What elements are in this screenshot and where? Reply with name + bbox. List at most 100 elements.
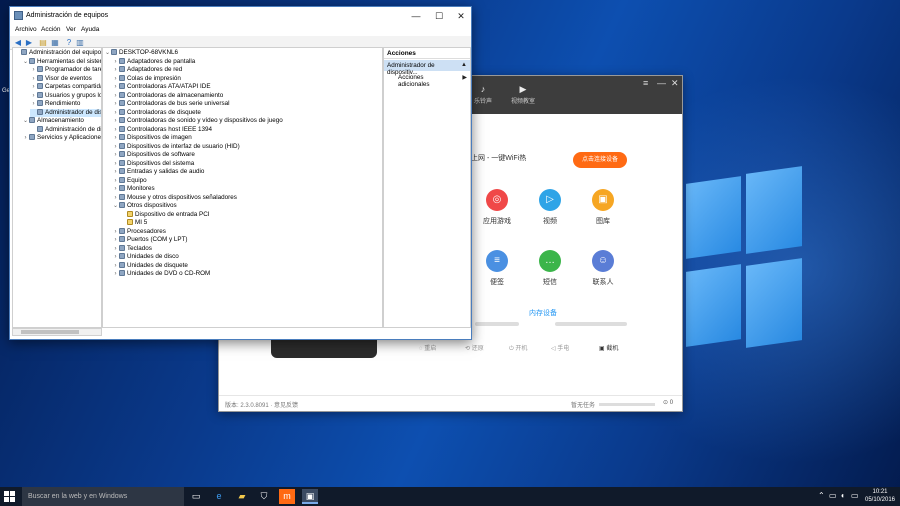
expand-arrow-icon[interactable]: ›	[112, 134, 119, 143]
version-text[interactable]: 版本: 2.3.0.8091 · 意见反馈	[225, 400, 298, 409]
device-tree-item[interactable]: › Controladoras de almacenamiento	[112, 91, 223, 101]
console-tree-item[interactable]: › Rendimiento	[30, 100, 80, 109]
expand-arrow-icon[interactable]: ›	[22, 134, 29, 143]
device-tree-item[interactable]: MI 5	[120, 219, 147, 228]
console-tree-item[interactable]: › Visor de eventos	[30, 74, 92, 84]
collapse-arrow-icon[interactable]: ⌄	[104, 49, 111, 58]
tool-restart[interactable]: ◌ 重启	[419, 343, 436, 352]
collapse-arrow-icon[interactable]: ⌄	[22, 58, 29, 67]
expand-arrow-icon[interactable]: ›	[30, 75, 37, 84]
expand-arrow-icon[interactable]: ›	[112, 66, 119, 75]
device-tree-item[interactable]: › Controladoras ATA/ATAPI IDE	[112, 83, 211, 92]
expand-arrow-icon[interactable]: ›	[112, 177, 119, 186]
expand-arrow-icon[interactable]: ›	[30, 83, 37, 92]
device-tree-item[interactable]: › Adaptadores de pantalla	[112, 57, 195, 67]
expand-arrow-icon[interactable]: ›	[112, 109, 119, 118]
console-tree-item[interactable]: › Usuarios y grupos locale	[30, 91, 101, 101]
menu-icon[interactable]: ≡	[643, 78, 648, 88]
menu-action[interactable]: Acción	[41, 26, 61, 33]
show-hidden-icons-icon[interactable]: ⌃	[818, 491, 825, 500]
network-icon[interactable]: ▭	[829, 491, 837, 500]
device-tree-item[interactable]: › Dispositivos de software	[112, 151, 195, 160]
console-tree-item[interactable]: › Programador de tareas	[30, 66, 101, 75]
maximize-button[interactable]: ☐	[428, 7, 450, 25]
connect-device-button[interactable]: 点击连接设备	[573, 152, 627, 168]
file-explorer-icon[interactable]: ▰	[234, 489, 250, 504]
device-tree-item[interactable]: › Adaptadores de red	[112, 66, 182, 75]
console-tree-item[interactable]: ⌄ Herramientas del sistema	[22, 57, 101, 67]
expand-arrow-icon[interactable]: ›	[112, 83, 119, 92]
tool-shutdown[interactable]: ▣ 截机	[599, 343, 618, 352]
taskbar-clock[interactable]: 10:21 05/10/2016	[862, 488, 898, 504]
menu-help[interactable]: Ayuda	[81, 26, 99, 33]
title-bar[interactable]: Administración de equipos — ☐ ✕	[10, 7, 471, 25]
device-tree-item[interactable]: › Unidades de DVD o CD-ROM	[112, 270, 210, 279]
console-tree-item[interactable]: Administrador de dispo	[30, 108, 101, 117]
start-button[interactable]	[4, 491, 15, 502]
feature-notes[interactable]: ≡ 便签	[475, 250, 519, 287]
expand-arrow-icon[interactable]: ›	[112, 75, 119, 84]
device-tree-item[interactable]: › Mouse y otros dispositivos señaladores	[112, 193, 237, 203]
download-count[interactable]: ⊙ 0	[663, 399, 673, 406]
computer-management-window[interactable]: Administración de equipos — ☐ ✕ Archivo …	[9, 6, 472, 340]
expand-arrow-icon[interactable]: ›	[112, 168, 119, 177]
expand-arrow-icon[interactable]: ›	[112, 151, 119, 160]
device-tree-item[interactable]: › Equipo	[112, 176, 147, 186]
device-tree-item[interactable]: › Unidades de disquete	[112, 261, 188, 271]
expand-arrow-icon[interactable]: ›	[112, 58, 119, 67]
device-tree-item[interactable]: › Controladoras host IEEE 1394	[112, 125, 212, 135]
expand-arrow-icon[interactable]: ›	[112, 92, 119, 101]
feature-apps-games[interactable]: ◎ 应用游戏	[475, 189, 519, 226]
device-tree-item[interactable]: › Dispositivos del sistema	[112, 159, 194, 169]
device-tree-item[interactable]: Dispositivo de entrada PCI	[120, 210, 210, 220]
horizontal-scrollbar[interactable]	[12, 328, 102, 336]
notification-icon[interactable]: ▭	[851, 491, 859, 500]
tool-restore[interactable]: ⟲ 还原	[465, 343, 484, 352]
expand-arrow-icon[interactable]: ›	[30, 92, 37, 101]
console-tree-item[interactable]: Administración de disco	[30, 125, 101, 135]
tool-power[interactable]: ⏻ 开机	[509, 343, 527, 353]
collapse-icon[interactable]: ▲	[461, 62, 467, 68]
expand-arrow-icon[interactable]: ›	[112, 228, 119, 237]
device-tree-item[interactable]: ⌄ DESKTOP-68VKNL6	[104, 49, 178, 58]
device-tree-item[interactable]: › Dispositivos de imagen	[112, 134, 192, 143]
minimize-button[interactable]: —	[405, 7, 427, 25]
expand-arrow-icon[interactable]: ›	[112, 100, 119, 109]
actions-more[interactable]: Acciones adicionales ▶	[384, 72, 470, 88]
mi-assistant-icon[interactable]: m	[279, 489, 295, 504]
expand-arrow-icon[interactable]: ›	[30, 66, 37, 75]
expand-arrow-icon[interactable]: ›	[112, 253, 119, 262]
actions-device-manager[interactable]: Administrador de dispositiv... ▲	[384, 60, 470, 76]
console-tree-item[interactable]: › Servicios y Aplicaciones	[22, 134, 101, 143]
tab-video-class[interactable]: ▶ 视频教室	[503, 84, 543, 105]
menu-file[interactable]: Archivo	[15, 26, 37, 33]
device-tree-item[interactable]: › Controladoras de bus serie universal	[112, 100, 230, 109]
expand-arrow-icon[interactable]: ›	[112, 194, 119, 203]
feature-gallery[interactable]: ▣ 图库	[581, 189, 625, 226]
store-icon[interactable]: ⛉	[256, 489, 272, 504]
collapse-arrow-icon[interactable]: ⌄	[112, 202, 119, 211]
device-tree-item[interactable]: ⌄ Otros dispositivos	[112, 202, 177, 211]
device-tree-item[interactable]: › Controladoras de sonido y vídeo y dispo…	[112, 117, 283, 126]
expand-arrow-icon[interactable]: ›	[112, 245, 119, 254]
close-button[interactable]: ✕	[450, 7, 472, 25]
device-tree-item[interactable]: › Procesadores	[112, 227, 166, 237]
collapse-arrow-icon[interactable]: ⌄	[22, 117, 29, 126]
taskbar-search[interactable]: Buscar en la web y en Windows	[22, 487, 184, 506]
console-tree-item[interactable]: Administración del equipo (loc	[14, 49, 101, 58]
expand-arrow-icon[interactable]: ›	[112, 236, 119, 245]
device-tree-item[interactable]: › Monitores	[112, 185, 155, 194]
tool-flashlight[interactable]: ◁ 手电	[551, 343, 569, 352]
edge-icon[interactable]: e	[211, 489, 227, 504]
computer-management-taskbar-icon[interactable]: ▣	[302, 489, 318, 504]
device-tree-item[interactable]: › Controladoras de disquete	[112, 108, 201, 118]
device-tree-item[interactable]: › Teclados	[112, 244, 152, 254]
expand-arrow-icon[interactable]: ›	[112, 160, 119, 169]
console-tree-item[interactable]: ⌄ Almacenamiento	[22, 117, 84, 126]
task-view-icon[interactable]: ▭	[188, 489, 204, 504]
expand-arrow-icon[interactable]: ›	[112, 126, 119, 135]
expand-arrow-icon[interactable]: ›	[112, 185, 119, 194]
expand-arrow-icon[interactable]: ›	[30, 100, 37, 109]
expand-arrow-icon[interactable]: ›	[112, 270, 119, 279]
feature-video[interactable]: ▷ 视频	[528, 189, 572, 226]
